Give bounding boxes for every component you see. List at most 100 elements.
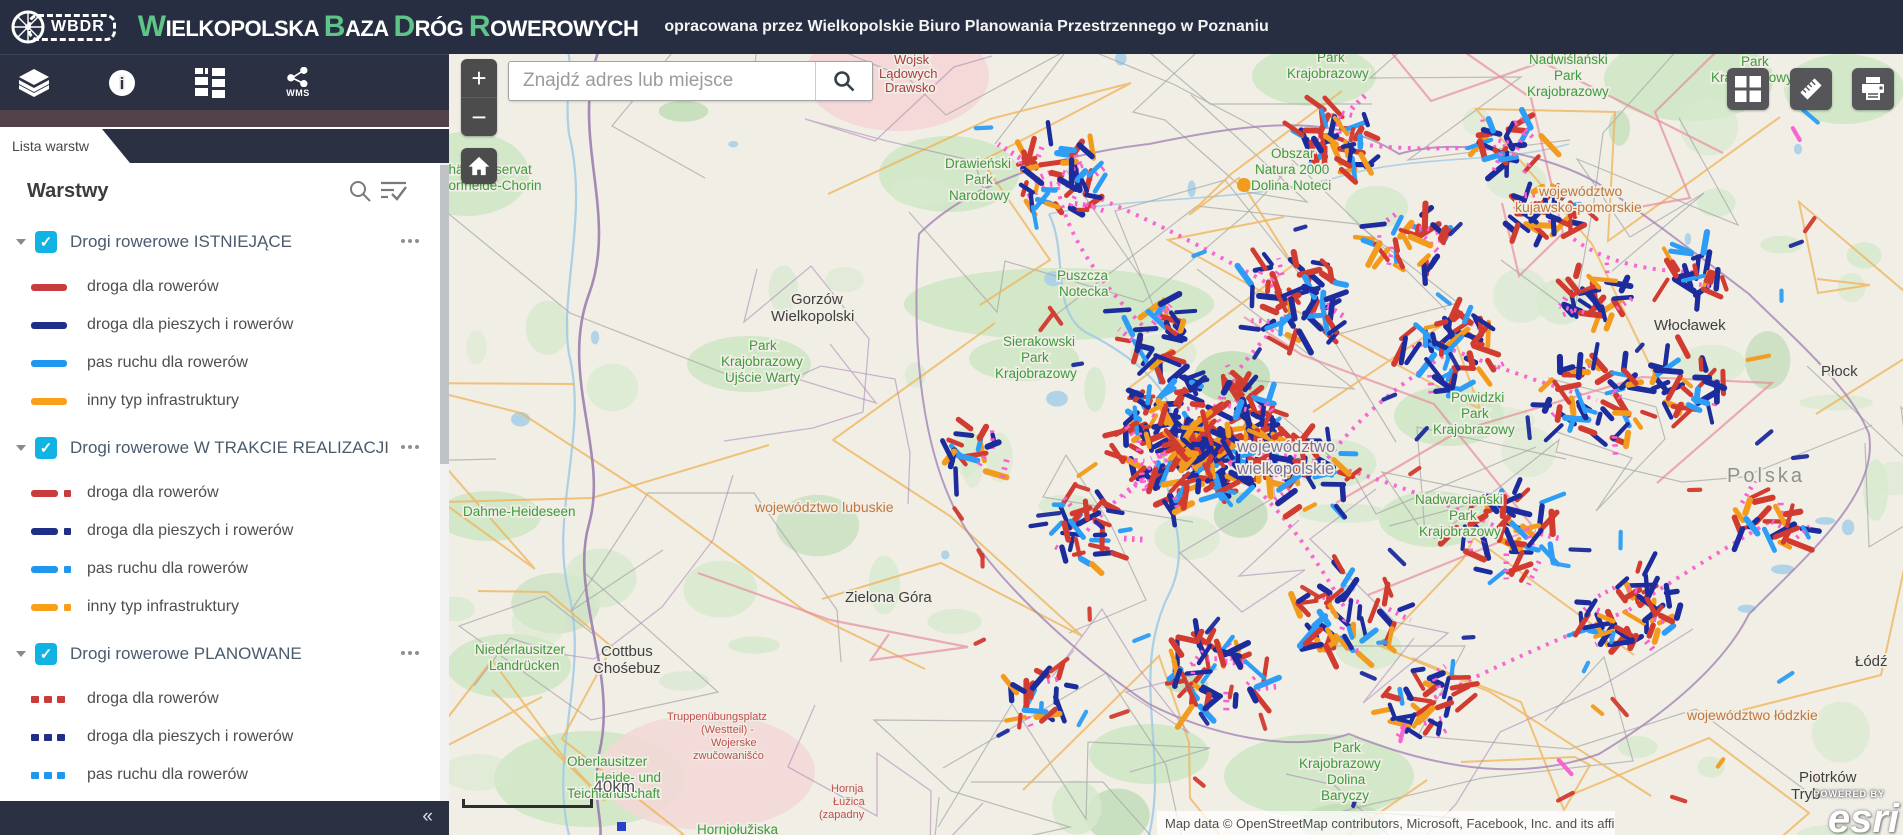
map-label: Krajobrazowy xyxy=(721,354,803,369)
measure-button[interactable] xyxy=(1790,68,1832,110)
wms-share-button[interactable]: WMS xyxy=(268,57,328,109)
tab-lista-warstw[interactable]: Lista warstw xyxy=(0,129,130,163)
tab-label: Lista warstw xyxy=(12,138,90,154)
map-label: województwo xyxy=(1538,183,1622,199)
map-label: Natura 2000 xyxy=(1255,162,1329,177)
esri-wordmark: esri xyxy=(1827,797,1899,835)
map-label: Park xyxy=(1449,508,1477,523)
home-extent-button[interactable] xyxy=(461,148,497,184)
map-label: (Westteil) - xyxy=(701,724,754,736)
legend-swatch xyxy=(31,695,77,703)
map-label: Chośebuz xyxy=(593,660,661,677)
app-logo: WBDR xyxy=(10,9,116,45)
map-label: Łódź xyxy=(1855,653,1888,670)
search-input[interactable] xyxy=(509,62,815,100)
map-label: Niederlausitzer xyxy=(475,642,566,657)
legend-item: pas ruchu dla rowerów xyxy=(31,766,449,783)
map-label: Cottbus xyxy=(601,643,653,660)
filter-layers-icon[interactable] xyxy=(380,179,407,203)
scale-label: 40km xyxy=(593,777,635,796)
layer-group-row[interactable]: ✓ Drogi rowerowe PLANOWANE xyxy=(16,641,449,667)
panel-header-strip xyxy=(0,110,449,127)
esri-logo: POWERED BY esri xyxy=(1813,790,1899,835)
legend-item: pas ruchu dla rowerów xyxy=(31,354,449,371)
panel-scrollbar[interactable] xyxy=(440,163,449,801)
legend-icon xyxy=(195,67,225,98)
caret-down-icon[interactable] xyxy=(16,651,26,657)
map-label: Truppenübungsplatz xyxy=(667,711,767,723)
map-label: Krajobrazowy xyxy=(1287,66,1369,81)
svg-text:i: i xyxy=(120,74,125,93)
map-label: Wojerske xyxy=(711,737,757,749)
map-label: Gorzów xyxy=(791,291,843,308)
info-widget-button[interactable]: i xyxy=(92,57,152,109)
wms-label: WMS xyxy=(286,88,310,98)
map-label: wielkopolskie xyxy=(1236,460,1334,478)
map-label: Narodowy xyxy=(949,188,1010,203)
basemap-gallery-button[interactable] xyxy=(1727,68,1769,110)
legend-item: droga dla rowerów xyxy=(31,278,449,295)
legend-label: droga dla pieszych i rowerów xyxy=(87,316,294,333)
legend-label: droga dla rowerów xyxy=(87,690,219,707)
app-window: WBDR WIELKOPOLSKA BAZA DRÓG ROWEROWYCH o… xyxy=(0,0,1903,835)
zoom-control: + − xyxy=(461,59,497,136)
legend-item: inny typ infrastruktury xyxy=(31,392,449,409)
map-label: Zielona Góra xyxy=(845,589,932,606)
caret-down-icon[interactable] xyxy=(16,445,26,451)
map-label: Notecka xyxy=(1059,284,1109,299)
left-sidebar: i WMS Lista warstw Warstwy ✓ Drogi rower… xyxy=(0,54,449,835)
map-label: Park xyxy=(1021,350,1049,365)
map-label: Polska xyxy=(1727,465,1805,487)
map-label: Baryczy xyxy=(1321,788,1369,803)
legend-swatch xyxy=(31,397,77,405)
map-label: Krajobrazowy xyxy=(995,366,1077,381)
legend-swatch xyxy=(31,489,77,497)
scrollbar-thumb[interactable] xyxy=(440,165,449,464)
layers-widget-button[interactable] xyxy=(4,57,64,109)
zoom-out-button[interactable]: − xyxy=(461,98,497,136)
map-label: Park xyxy=(1317,54,1345,65)
layer-checkbox[interactable]: ✓ xyxy=(35,437,57,459)
map-label: Landrücken xyxy=(489,658,560,673)
widget-toolbar: i WMS xyxy=(0,54,449,110)
map-label: Park xyxy=(1554,68,1582,83)
map-canvas[interactable]: phärenreservathorfheide-ChorinWojskLądow… xyxy=(449,54,1903,835)
search-layers-icon[interactable] xyxy=(348,179,372,203)
panel-tab-bar: Lista warstw xyxy=(0,129,449,163)
map-label: Sierakowski xyxy=(1003,334,1075,349)
map-label: Dolina Noteci xyxy=(1251,178,1331,193)
map-label: Drawieński xyxy=(945,156,1011,171)
legend-widget-button[interactable] xyxy=(180,57,240,109)
print-icon xyxy=(1862,77,1884,100)
layer-group-row[interactable]: ✓ Drogi rowerowe W TRAKCIE REALIZACJI xyxy=(16,435,449,461)
collapse-panel-button[interactable]: « xyxy=(422,805,433,829)
app-header: WBDR WIELKOPOLSKA BAZA DRÓG ROWEROWYCH o… xyxy=(0,0,1903,54)
map-label: Powidzki xyxy=(1451,390,1504,405)
layers-icon xyxy=(19,68,49,97)
options-ellipsis-icon[interactable] xyxy=(401,239,419,243)
wms-share-icon xyxy=(287,67,308,87)
layer-checkbox[interactable]: ✓ xyxy=(35,231,57,253)
options-ellipsis-icon[interactable] xyxy=(401,651,419,655)
legend-item: droga dla rowerów xyxy=(31,690,449,707)
basemap[interactable]: phärenreservathorfheide-ChorinWojskLądow… xyxy=(449,54,1903,835)
options-ellipsis-icon[interactable] xyxy=(401,445,419,449)
print-button[interactable] xyxy=(1852,68,1894,110)
map-label: Park xyxy=(965,172,993,187)
map-label: Nadwiślański xyxy=(1529,54,1608,67)
layer-group-label: Drogi rowerowe PLANOWANE xyxy=(70,644,302,663)
layer-group-row[interactable]: ✓ Drogi rowerowe ISTNIEJĄCE xyxy=(16,229,449,255)
scale-line xyxy=(462,799,593,808)
layer-checkbox[interactable]: ✓ xyxy=(35,643,57,665)
search-submit-button[interactable] xyxy=(815,62,872,100)
legend-label: droga dla rowerów xyxy=(87,484,219,501)
map-label: Drawsko xyxy=(885,80,936,95)
map-label: Lądowych xyxy=(879,66,938,81)
caret-down-icon[interactable] xyxy=(16,239,26,245)
map-label: Ujście Warty xyxy=(725,370,801,385)
zoom-in-button[interactable]: + xyxy=(461,59,497,97)
legend-label: pas ruchu dla rowerów xyxy=(87,354,248,371)
map-label: Wielkopolski xyxy=(771,308,854,325)
map-label: zwučowanišćo xyxy=(693,750,764,762)
legend-label: droga dla rowerów xyxy=(87,278,219,295)
